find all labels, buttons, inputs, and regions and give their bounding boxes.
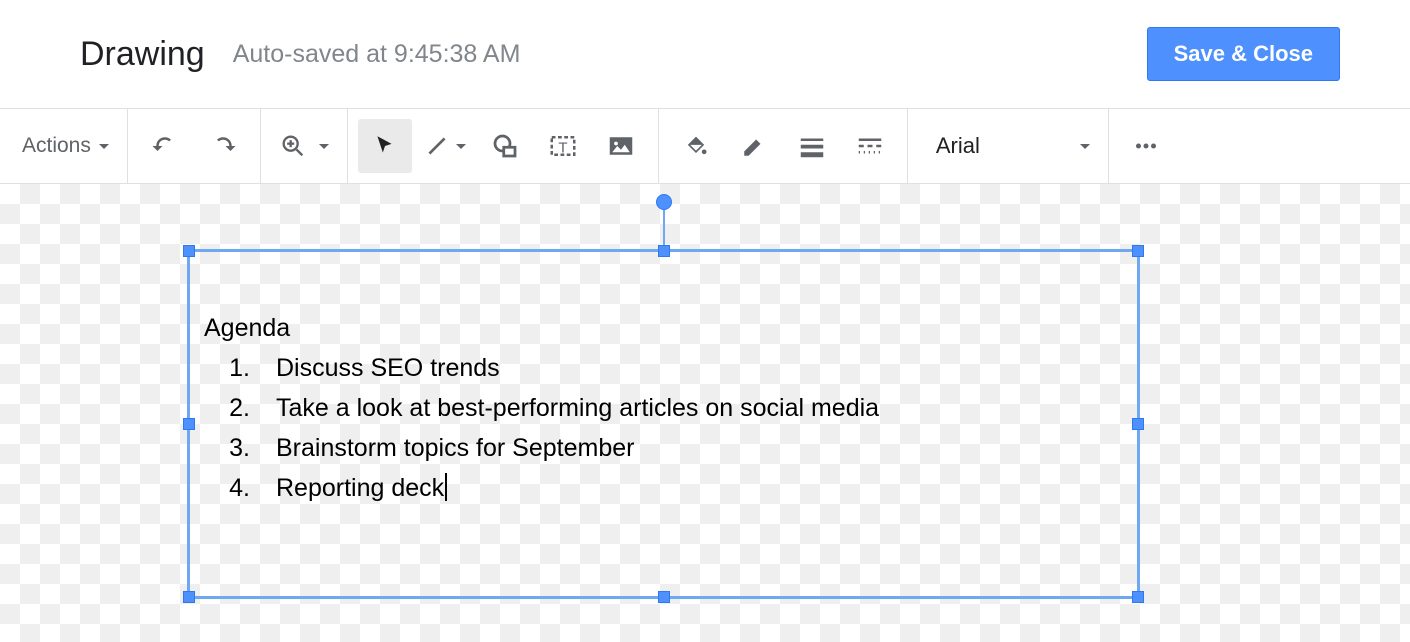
agenda-heading: Agenda	[204, 308, 879, 348]
list-item: 4. Reporting deck	[204, 468, 879, 508]
toolbar-group-zoom	[261, 109, 348, 183]
rotation-connector	[663, 204, 665, 246]
text-caret	[445, 473, 447, 501]
toolbar: Actions T	[0, 108, 1410, 184]
agenda-list: 1. Discuss SEO trends 2. Take a look at …	[204, 348, 879, 508]
image-tool-button[interactable]	[594, 119, 648, 173]
redo-button[interactable]	[196, 119, 250, 173]
chevron-down-icon	[456, 144, 466, 149]
line-weight-icon	[797, 131, 827, 161]
toolbar-group-styling	[659, 109, 908, 183]
font-family-dropdown[interactable]: Arial	[918, 119, 1098, 173]
more-horizontal-icon	[1131, 131, 1161, 161]
rotation-handle[interactable]	[656, 194, 672, 210]
border-weight-button[interactable]	[785, 119, 839, 173]
chevron-down-icon	[1080, 144, 1090, 149]
resize-handle-top-left[interactable]	[183, 245, 195, 257]
fill-color-button[interactable]	[669, 119, 723, 173]
line-tool-button[interactable]	[416, 119, 474, 173]
toolbar-group-more	[1109, 109, 1183, 183]
pencil-icon	[741, 133, 767, 159]
more-options-button[interactable]	[1119, 119, 1173, 173]
select-tool-button[interactable]	[358, 119, 412, 173]
cursor-icon	[372, 133, 398, 159]
list-item: 1. Discuss SEO trends	[204, 348, 879, 388]
resize-handle-top-middle[interactable]	[658, 245, 670, 257]
zoom-button[interactable]	[271, 119, 337, 173]
chevron-down-icon	[319, 144, 329, 149]
line-dash-icon	[855, 131, 885, 161]
textbox-icon: T	[548, 131, 578, 161]
resize-handle-middle-left[interactable]	[183, 418, 195, 430]
undo-button[interactable]	[138, 119, 192, 173]
redo-icon	[208, 131, 238, 161]
toolbar-group-tools: T	[348, 109, 659, 183]
svg-text:T: T	[558, 139, 567, 156]
toolbar-group-font: Arial	[908, 109, 1109, 183]
resize-handle-middle-right[interactable]	[1132, 418, 1144, 430]
list-item: 3. Brainstorm topics for September	[204, 428, 879, 468]
dialog-title: Drawing	[80, 35, 205, 74]
chevron-down-icon	[99, 144, 109, 149]
autosave-status: Auto-saved at 9:45:38 AM	[233, 40, 521, 69]
textbox-tool-button[interactable]: T	[536, 119, 590, 173]
selected-textbox[interactable]: Agenda 1. Discuss SEO trends 2. Take a l…	[187, 249, 1140, 599]
border-dash-button[interactable]	[843, 119, 897, 173]
shape-icon	[490, 131, 520, 161]
resize-handle-bottom-right[interactable]	[1132, 591, 1144, 603]
paint-bucket-icon	[682, 132, 710, 160]
image-icon	[606, 131, 636, 161]
resize-handle-top-right[interactable]	[1132, 245, 1144, 257]
toolbar-group-actions: Actions	[4, 109, 128, 183]
shape-tool-button[interactable]	[478, 119, 532, 173]
actions-menu-button[interactable]: Actions	[14, 119, 117, 173]
zoom-icon	[279, 132, 307, 160]
resize-handle-bottom-left[interactable]	[183, 591, 195, 603]
header-bar: Drawing Auto-saved at 9:45:38 AM Save & …	[0, 0, 1410, 108]
textbox-content[interactable]: Agenda 1. Discuss SEO trends 2. Take a l…	[204, 308, 879, 508]
resize-handle-bottom-middle[interactable]	[658, 591, 670, 603]
line-icon	[424, 133, 450, 159]
save-and-close-button[interactable]: Save & Close	[1147, 27, 1340, 81]
border-color-button[interactable]	[727, 119, 781, 173]
undo-icon	[150, 131, 180, 161]
drawing-canvas[interactable]: Agenda 1. Discuss SEO trends 2. Take a l…	[0, 184, 1410, 642]
list-item: 2. Take a look at best-performing articl…	[204, 388, 879, 428]
toolbar-group-history	[128, 109, 261, 183]
